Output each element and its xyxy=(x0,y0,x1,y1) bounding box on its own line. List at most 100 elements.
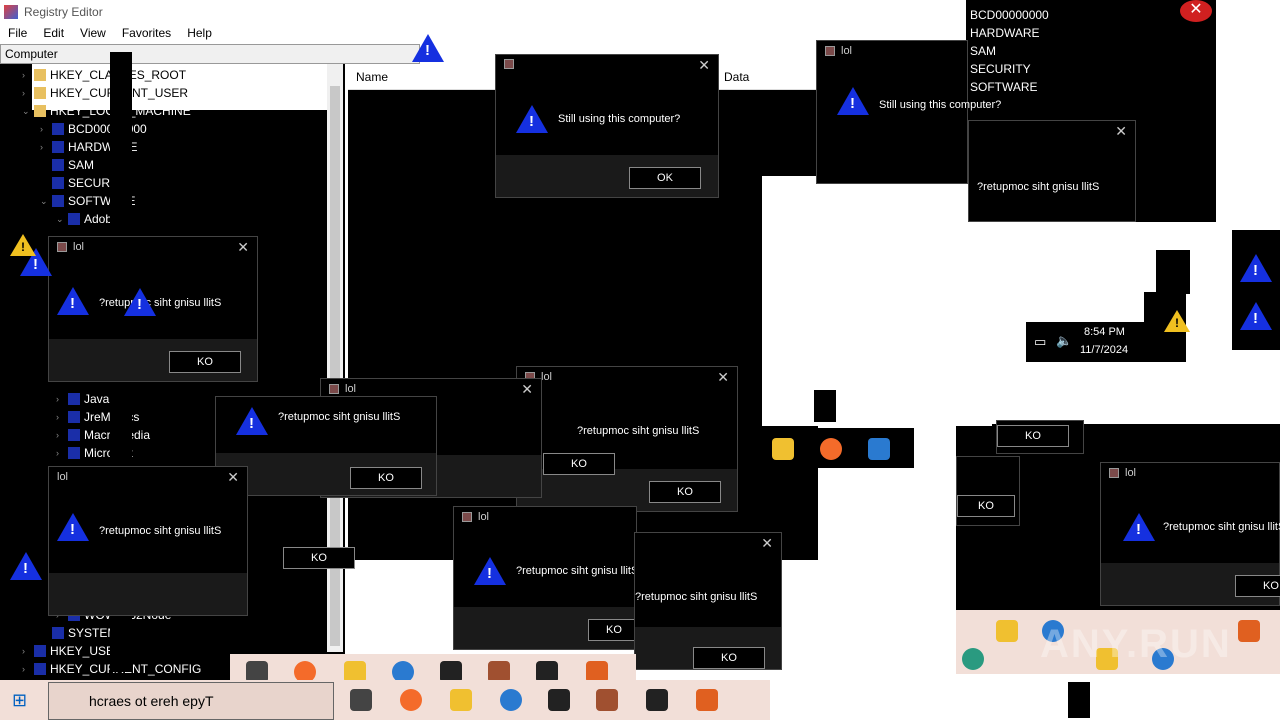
chevron-right-icon: › xyxy=(56,430,59,440)
app-icon[interactable] xyxy=(548,689,570,711)
clock-time: 8:54 PM xyxy=(1084,326,1125,338)
folder-icon xyxy=(34,87,46,99)
close-icon[interactable]: ✕ xyxy=(717,369,729,386)
watermark: ANY.RUN xyxy=(1040,622,1232,666)
app-icon[interactable] xyxy=(596,689,618,711)
ok-button[interactable]: KO xyxy=(169,351,241,373)
warning-icon xyxy=(1240,254,1272,282)
chevron-right-icon: › xyxy=(22,646,25,656)
close-icon[interactable]: ✕ xyxy=(521,381,533,398)
explorer-icon[interactable] xyxy=(772,438,794,460)
dialog-message: ?retupmoc siht gnisu llitS xyxy=(1163,521,1280,533)
menu-edit[interactable]: Edit xyxy=(35,24,72,42)
warning-yellow-icon xyxy=(1164,310,1190,332)
ok-button[interactable]: KO xyxy=(283,547,355,569)
app-icon[interactable] xyxy=(646,689,668,711)
chevron-down-icon: ⌄ xyxy=(22,106,30,116)
explorer-icon[interactable] xyxy=(996,620,1018,642)
warning-icon xyxy=(10,552,42,580)
app-icon[interactable] xyxy=(1238,620,1260,642)
message-dialog: lol Still using this computer? xyxy=(816,40,1001,184)
ok-button[interactable]: KO xyxy=(649,481,721,503)
task-view-icon[interactable] xyxy=(350,689,372,711)
warning-icon xyxy=(236,407,268,435)
close-icon[interactable]: ✕ xyxy=(237,239,249,256)
folder-icon xyxy=(68,411,80,423)
close-icon[interactable]: ✕ xyxy=(227,469,239,486)
menu-help[interactable]: Help xyxy=(179,24,220,42)
folder-icon xyxy=(68,429,80,441)
app-icon[interactable] xyxy=(696,689,718,711)
ok-button[interactable]: KO xyxy=(588,619,640,641)
message-dialog: lol ✕ ?retupmoc siht gnisu llitS KO xyxy=(48,466,355,616)
windows-start-icon[interactable]: ⊞ xyxy=(12,690,27,711)
explorer-icon[interactable] xyxy=(450,689,472,711)
message-dialog: ✕ ?retupmoc siht gnisu llitS KO xyxy=(634,532,782,670)
column-data[interactable]: Data xyxy=(724,70,749,84)
folder-icon xyxy=(52,177,64,189)
edge-icon[interactable] xyxy=(400,689,422,711)
message-dialog: ✕ Still using this computer? OK xyxy=(495,54,719,198)
tree-item[interactable]: SAM xyxy=(40,156,94,174)
folder-icon xyxy=(52,195,64,207)
app-icon xyxy=(1109,468,1119,478)
chevron-down-icon: ⌄ xyxy=(40,196,48,206)
address-bar[interactable]: Computer xyxy=(0,44,420,64)
taskbar-fragment xyxy=(766,428,914,468)
ok-button[interactable]: KO xyxy=(1235,575,1280,597)
tree-item[interactable]: ›Macromedia xyxy=(56,426,150,444)
tree-item[interactable]: SYSTEM xyxy=(40,624,117,642)
close-icon[interactable]: ✕ xyxy=(698,57,710,74)
ok-button[interactable]: OK xyxy=(629,167,701,189)
close-icon[interactable]: ✕ xyxy=(1115,123,1127,140)
dialog-message: Still using this computer? xyxy=(558,113,681,125)
menu-file[interactable]: File xyxy=(0,24,35,42)
tree-item[interactable]: ›HKEY_CURRENT_USER xyxy=(22,84,188,102)
message-dialog: ✕ ?retupmoc siht gnisu llitS xyxy=(968,120,1136,222)
dialog-message: Still using this computer? xyxy=(879,99,1002,111)
warning-icon xyxy=(124,288,156,316)
message-dialog: lol ✕ ?retupmoc siht gnisu llitS KO xyxy=(516,366,738,512)
ok-button[interactable]: KO xyxy=(957,495,1015,517)
warning-icon xyxy=(516,105,548,133)
network-icon: ▭ xyxy=(1034,334,1047,349)
ok-button[interactable]: KO xyxy=(350,467,422,489)
app-icon[interactable] xyxy=(962,648,984,670)
title-bar: Registry Editor xyxy=(0,0,980,24)
regedit-icon xyxy=(4,5,18,19)
warning-icon xyxy=(474,557,506,585)
firefox-icon[interactable] xyxy=(820,438,842,460)
tree-item[interactable]: ›HKEY_CLASSES_ROOT xyxy=(22,66,186,84)
chevron-right-icon: › xyxy=(22,664,25,674)
folder-icon xyxy=(68,393,80,405)
firefox-icon[interactable] xyxy=(500,689,522,711)
search-input[interactable]: hcraes ot ereh epyT xyxy=(48,682,334,720)
menu-view[interactable]: View xyxy=(72,24,114,42)
folder-icon xyxy=(52,141,64,153)
app-icon xyxy=(329,384,339,394)
folder-icon xyxy=(34,105,46,117)
folder-icon xyxy=(68,447,80,459)
folder-icon xyxy=(52,123,64,135)
message-dialog: lol ?retupmoc siht gnisu llitS KO xyxy=(453,506,640,650)
message-dialog: KO xyxy=(956,456,1020,526)
volume-icon: 🔈 xyxy=(1056,333,1073,348)
error-icon: ✕ xyxy=(1180,0,1212,22)
close-icon[interactable]: ✕ xyxy=(761,535,773,552)
ok-button[interactable]: KO xyxy=(997,425,1069,447)
ok-button[interactable]: KO xyxy=(543,453,615,475)
ok-button[interactable]: KO xyxy=(693,647,765,669)
folder-icon xyxy=(34,69,46,81)
tree-item[interactable]: ⌄HKEY_LOCAL_MACHINE xyxy=(22,102,191,120)
glitch-block xyxy=(1068,682,1090,718)
folder-icon xyxy=(34,663,46,675)
glitch-white xyxy=(762,176,992,426)
tree-item[interactable]: › Java xyxy=(56,390,109,408)
column-name[interactable]: Name xyxy=(356,70,388,84)
app-icon[interactable] xyxy=(868,438,890,460)
chevron-right-icon: › xyxy=(40,124,43,134)
menu-favorites[interactable]: Favorites xyxy=(114,24,179,42)
warning-icon xyxy=(57,287,89,315)
dialog-message: ?retupmoc siht gnisu llitS xyxy=(516,565,639,577)
system-clock[interactable]: ▭ 🔈 8:54 PM 11/7/2024 xyxy=(1026,322,1144,362)
